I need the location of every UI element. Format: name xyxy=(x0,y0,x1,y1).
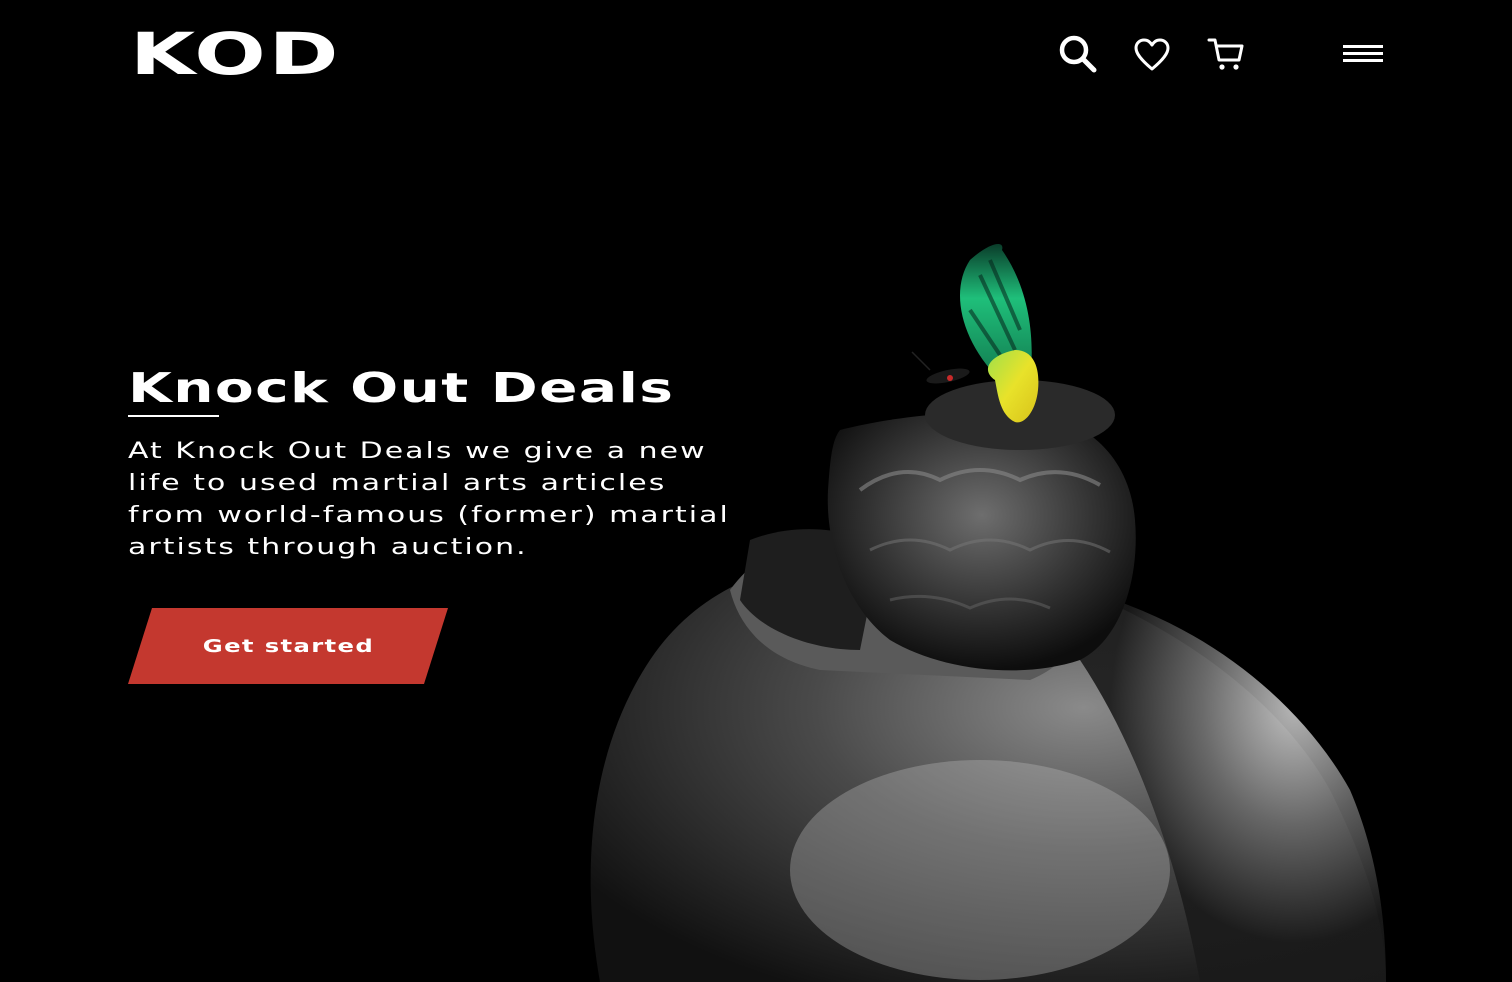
hero-description: At Knock Out Deals we give a new life to… xyxy=(128,439,730,560)
heart-icon[interactable] xyxy=(1134,38,1170,72)
logo[interactable]: KOD xyxy=(130,22,341,86)
get-started-button[interactable]: Get started xyxy=(128,608,448,684)
get-started-label: Get started xyxy=(202,635,374,657)
title-underline xyxy=(128,415,219,417)
hero-title: Knock Out Deals xyxy=(128,364,675,412)
hero-image xyxy=(590,244,1386,982)
cart-icon[interactable] xyxy=(1207,36,1245,72)
menu-icon[interactable] xyxy=(1343,42,1385,66)
search-icon[interactable] xyxy=(1058,34,1098,74)
